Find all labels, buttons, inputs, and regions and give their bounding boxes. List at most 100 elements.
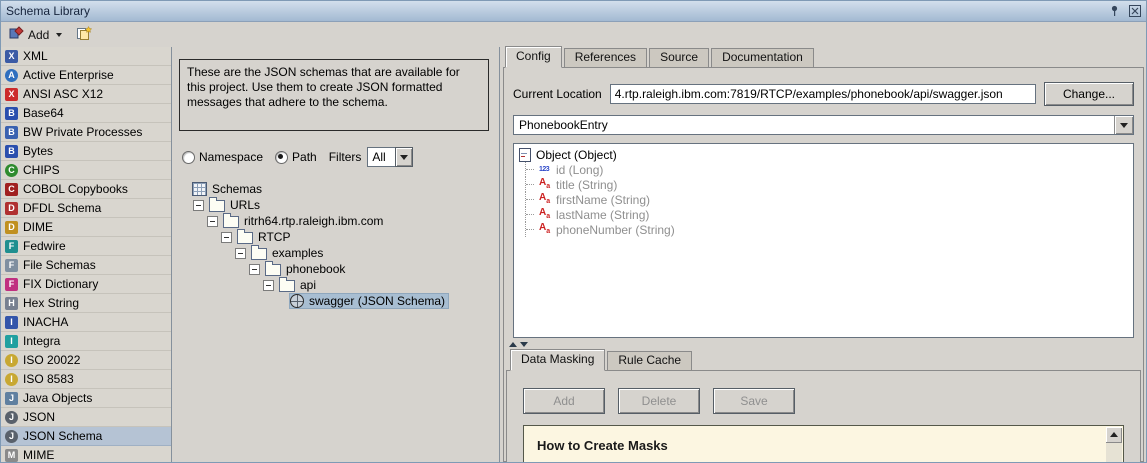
current-location-input[interactable] <box>610 84 1036 104</box>
change-button[interactable]: Change... <box>1044 82 1134 106</box>
sidebar-item-iso-8583[interactable]: IISO 8583 <box>1 370 171 389</box>
folder-icon <box>279 280 295 292</box>
sidebar-item-java-objects[interactable]: JJava Objects <box>1 389 171 408</box>
sidebar-item-label: Fedwire <box>23 239 66 253</box>
sidebar-item-cobol-copybooks[interactable]: CCOBOL Copybooks <box>1 180 171 199</box>
folder-icon <box>265 264 281 276</box>
tree-connector <box>525 177 539 192</box>
field-row-phonenumber-string[interactable]: AphoneNumber (String) <box>519 222 1133 237</box>
sidebar-item-integra[interactable]: IIntegra <box>1 332 171 351</box>
tree-node-rtcp[interactable]: RTCP <box>179 229 499 245</box>
sidebar-item-hex-string[interactable]: HHex String <box>1 294 171 313</box>
sidebar-item-dfdl-schema[interactable]: D DFDL Schema <box>1 199 171 218</box>
sidebar-item-dime[interactable]: DDIME <box>1 218 171 237</box>
path-radio[interactable] <box>275 151 288 164</box>
field-row-id-long[interactable]: 123id (Long) <box>519 162 1133 177</box>
tab-documentation[interactable]: Documentation <box>711 48 814 67</box>
sidebar-item-inacha[interactable]: IINACHA <box>1 313 171 332</box>
sidebar-item-iso-20022[interactable]: IISO 20022 <box>1 351 171 370</box>
scroll-up-button[interactable] <box>1106 427 1122 443</box>
tree-node-label: URLs <box>230 198 260 212</box>
tab-config[interactable]: Config <box>505 46 562 68</box>
filters-combobox-value: All <box>367 147 395 167</box>
cobol-copybooks-icon: C <box>5 183 18 196</box>
tab-source[interactable]: Source <box>649 48 709 67</box>
field-row-firstname-string[interactable]: AfirstName (String) <box>519 192 1133 207</box>
sidebar-item-label: DFDL Schema <box>23 201 101 215</box>
bytes-icon: B <box>5 145 18 158</box>
add-button[interactable]: Add <box>6 24 65 45</box>
tree-node-label: swagger (JSON Schema) <box>309 294 445 308</box>
sidebar-item-label: CHIPS <box>23 163 60 177</box>
field-label: lastName (String) <box>556 208 649 222</box>
filters-combobox[interactable]: All <box>367 147 413 167</box>
sidebar-item-ansi-asc-x12[interactable]: XANSI ASC X12 <box>1 85 171 104</box>
namespace-radio[interactable] <box>182 151 195 164</box>
sidebar-item-base64[interactable]: BBase64 <box>1 104 171 123</box>
expand-handle-icon[interactable] <box>263 280 274 291</box>
add-button[interactable]: Add <box>523 388 605 414</box>
tree-node-urls[interactable]: URLs <box>179 197 499 213</box>
stacked-documents-button[interactable] <box>73 24 95 45</box>
dfdl-schema-icon: D <box>5 202 18 215</box>
object-root-row[interactable]: Object (Object) <box>519 147 1133 162</box>
sidebar-item-fedwire[interactable]: FFedwire <box>1 237 171 256</box>
entry-combobox-arrow[interactable] <box>1114 116 1133 134</box>
sidebar-item-mime[interactable]: MMIME <box>1 446 171 462</box>
close-icon[interactable] <box>1128 5 1141 18</box>
sidebar-item-label: FIX Dictionary <box>23 277 98 291</box>
delete-button[interactable]: Delete <box>618 388 700 414</box>
split-handle[interactable] <box>504 340 1143 349</box>
tree-node-schemas[interactable]: Schemas <box>179 181 499 197</box>
expand-handle-icon[interactable] <box>235 248 246 259</box>
file-schemas-icon: F <box>5 259 18 272</box>
sidebar-item-active-enterprise[interactable]: AActive Enterprise <box>1 66 171 85</box>
add-dropdown-arrow-icon[interactable] <box>56 33 62 37</box>
tree-node-phonebook[interactable]: phonebook <box>179 261 499 277</box>
chevron-up-icon <box>1110 432 1118 437</box>
expand-handle-icon[interactable] <box>193 200 204 211</box>
tree-node-examples[interactable]: examples <box>179 245 499 261</box>
tab-references[interactable]: References <box>564 48 647 67</box>
sidebar-item-label: DIME <box>23 220 53 234</box>
field-row-title-string[interactable]: Atitle (String) <box>519 177 1133 192</box>
sidebar-item-xml[interactable]: XXML <box>1 47 171 66</box>
tree-node-swagger-json-schema[interactable]: swagger (JSON Schema) <box>179 293 499 309</box>
pin-icon[interactable] <box>1108 5 1121 18</box>
string-type-icon: A <box>539 208 554 222</box>
sidebar-item-bw-private-processes[interactable]: BBW Private Processes <box>1 123 171 142</box>
ansi-x12-icon: X <box>5 88 18 101</box>
save-button[interactable]: Save <box>713 388 795 414</box>
sidebar-item-label: Hex String <box>23 296 79 310</box>
sidebar-item-json-schema[interactable]: JJSON Schema <box>1 427 171 446</box>
tree-node-ritrh64-rtp-raleigh-ibm-com[interactable]: ritrh64.rtp.raleigh.ibm.com <box>179 213 499 229</box>
sidebar-item-file-schemas[interactable]: FFile Schemas <box>1 256 171 275</box>
filters-combobox-arrow[interactable] <box>395 147 413 167</box>
tree-connector <box>525 222 539 237</box>
sidebar-item-fix-dictionary[interactable]: F FIX Dictionary <box>1 275 171 294</box>
expand-handle-icon[interactable] <box>221 232 232 243</box>
chevron-down-icon <box>400 155 408 160</box>
splitter-down-icon[interactable] <box>520 342 528 347</box>
masking-help-scrollbar[interactable] <box>1106 427 1122 463</box>
iso-20022-icon: I <box>5 354 18 367</box>
tab-rule-cache[interactable]: Rule Cache <box>607 351 692 370</box>
config-panel: ConfigReferencesSourceDocumentation Curr… <box>500 47 1146 462</box>
expand-handle-icon[interactable] <box>207 216 218 227</box>
sidebar-item-chips[interactable]: CCHIPS <box>1 161 171 180</box>
sidebar-item-json[interactable]: JJSON <box>1 408 171 427</box>
expand-handle-icon[interactable] <box>249 264 260 275</box>
tab-data-masking[interactable]: Data Masking <box>510 349 605 371</box>
chevron-down-icon <box>1120 123 1128 128</box>
field-label: phoneNumber (String) <box>556 223 675 237</box>
schema-tree: SchemasURLsritrh64.rtp.raleigh.ibm.comRT… <box>179 181 499 309</box>
entry-combobox[interactable]: PhonebookEntry <box>513 115 1134 135</box>
fix-dictionary-icon: F <box>5 278 18 291</box>
field-row-lastname-string[interactable]: AlastName (String) <box>519 207 1133 222</box>
sidebar-item-bytes[interactable]: BBytes <box>1 142 171 161</box>
splitter-up-icon[interactable] <box>509 342 517 347</box>
tree-connector <box>525 162 539 177</box>
tree-node-api[interactable]: api <box>179 277 499 293</box>
schema-library-window: Schema Library Add XXMLAActive En <box>0 0 1147 463</box>
mime-icon: M <box>5 449 18 462</box>
